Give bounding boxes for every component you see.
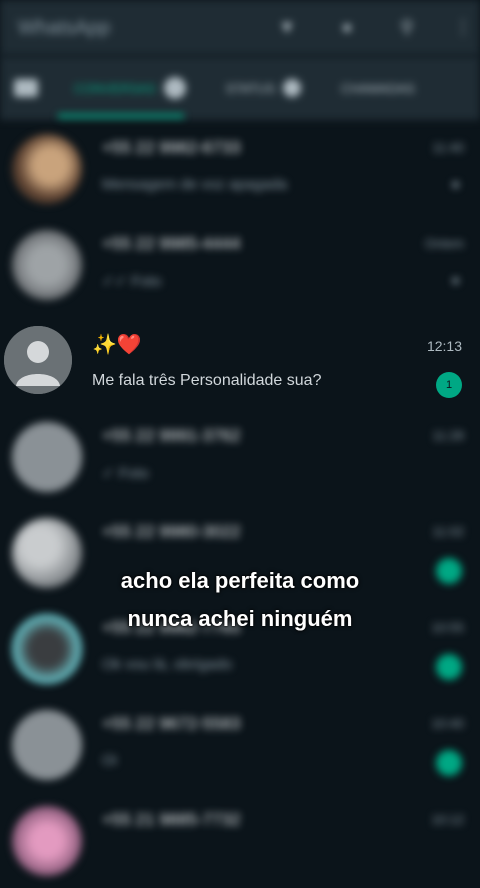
chat-message: Oi — [102, 752, 117, 769]
chat-message: ✓ Foto — [102, 465, 149, 482]
chat-message: Me fala três Personalidade sua? — [92, 372, 322, 389]
tab-bar: CONVERSAS STATUS CHAMADAS — [0, 56, 480, 120]
caption-line: nunca achei ninguém — [127, 606, 353, 631]
tab-status[interactable]: STATUS — [226, 79, 301, 97]
unread-badge — [436, 750, 462, 776]
chat-message: Ok vou lá, obrigado — [102, 656, 233, 673]
chat-time: Ontem — [424, 236, 464, 251]
chat-row[interactable]: +55 22 9982-6733 11:40 Mensagem de voz a… — [0, 120, 480, 216]
tab-label: CONVERSAS — [74, 80, 156, 96]
chat-name: +55 22 9672-5583 — [102, 714, 241, 733]
tab-indicator — [58, 114, 184, 118]
chat-name: +55 22 9980-3022 — [102, 522, 241, 541]
chat-row[interactable]: +55 22 9985-4444 Ontem ✓✓ Foto ● — [0, 216, 480, 312]
chat-time: 11:28 — [432, 428, 464, 443]
chat-name: +55 21 9885-7732 — [102, 810, 241, 829]
tab-label: CHAMADAS — [341, 80, 415, 96]
chat-row[interactable]: +55 21 9885-7732 10:12 — [0, 792, 480, 888]
avatar — [4, 326, 72, 394]
chat-time: 10:12 — [431, 812, 464, 827]
unread-badge — [436, 654, 462, 680]
chat-time: 12:13 — [426, 338, 462, 354]
pin-icon: ● — [450, 272, 460, 289]
camera-icon[interactable]: ● — [334, 17, 360, 39]
search-icon[interactable]: ⚲ — [394, 17, 420, 39]
chat-row[interactable]: +55 22 9991-3762 11:28 ✓ Foto — [0, 408, 480, 504]
tab-label: STATUS — [225, 80, 275, 96]
more-icon[interactable]: ⋮ — [454, 17, 472, 39]
avatar — [12, 230, 82, 300]
chat-message: Mensagem de voz apagada — [102, 176, 288, 193]
tab-conversas[interactable]: CONVERSAS — [74, 77, 186, 99]
chat-name: +55 22 9985-4444 — [102, 234, 241, 253]
chat-name: ✨❤️ — [92, 334, 142, 356]
top-bar: WhatsApp ▼ ● ⚲ ⋮ — [0, 0, 480, 56]
unread-count-icon — [163, 77, 186, 99]
chat-row[interactable]: +55 22 9672-5583 10:40 Oi — [0, 696, 480, 792]
app-title: WhatsApp — [18, 16, 111, 39]
chat-time: 11:40 — [432, 140, 464, 155]
pin-icon: ● — [450, 176, 460, 193]
focused-chat-row[interactable]: ✨❤️ 12:13 Me fala três Personalidade sua… — [0, 326, 480, 422]
avatar — [12, 422, 82, 492]
chat-name: +55 22 9991-3762 — [102, 426, 241, 445]
community-icon[interactable] — [14, 79, 38, 97]
chat-time: 10:40 — [431, 716, 464, 731]
chat-message: ✓✓ Foto — [102, 273, 162, 290]
chat-time: 11:02 — [432, 524, 464, 539]
status-dot-icon — [283, 79, 301, 97]
avatar — [12, 134, 82, 204]
unread-badge: 1 — [436, 372, 462, 398]
wifi-icon[interactable]: ▼ — [274, 17, 300, 39]
default-avatar-icon — [4, 326, 72, 394]
avatar — [12, 710, 82, 780]
caption-line: acho ela perfeita como — [120, 568, 360, 593]
avatar — [12, 806, 82, 876]
tab-chamadas[interactable]: CHAMADAS — [341, 81, 415, 96]
video-caption: acho ela perfeita como nunca achei ningu… — [0, 562, 480, 638]
chat-name: +55 22 9982-6733 — [102, 138, 241, 157]
